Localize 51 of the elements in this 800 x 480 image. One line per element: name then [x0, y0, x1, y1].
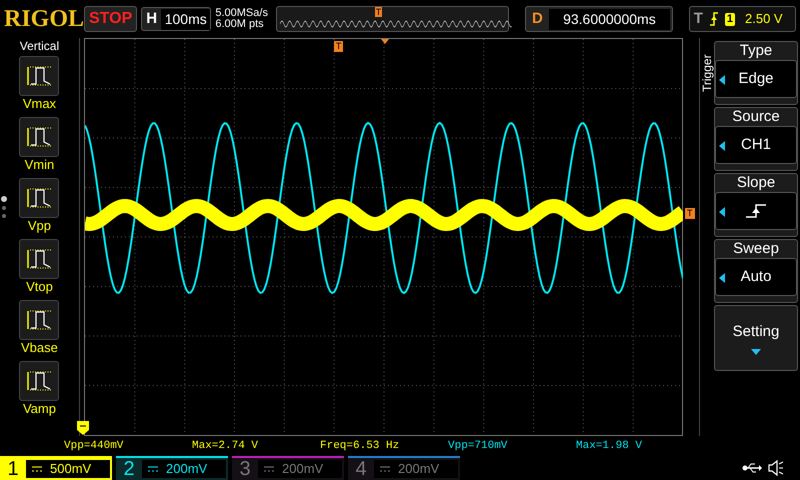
menu-title: Vertical: [20, 39, 60, 53]
channel-tab[interactable]: 1 500mV: [0, 456, 112, 480]
measurement-reading: Max=2.74 V: [192, 438, 260, 454]
usb-icon: [742, 462, 762, 474]
menu-title: Trigger: [700, 53, 714, 92]
softkey-label: Source: [732, 108, 780, 126]
channel-tab[interactable]: 2 200mV: [116, 456, 228, 480]
channel-tab[interactable]: 3 200mV: [232, 456, 344, 480]
softkey-value[interactable]: Auto: [715, 258, 798, 296]
horizontal-panel[interactable]: H 100ms: [141, 7, 212, 31]
caret-left-icon: [719, 75, 726, 85]
sample-rate: 5.00MSa/s: [215, 8, 269, 19]
channel-ground-marker-icon: [76, 421, 89, 435]
softkey-label: Sweep: [733, 240, 779, 258]
timebase-value: 100ms: [161, 8, 210, 30]
softkey-label: Slope: [736, 174, 776, 192]
dc-coupling-icon: [148, 466, 158, 472]
trigger-source-badge: 1: [724, 12, 735, 26]
rising-edge-icon: [745, 204, 768, 218]
trigger-position-marker: T: [334, 41, 344, 52]
softkey-label: Type: [740, 42, 772, 60]
waveform-overview-icon: [280, 20, 512, 28]
caret-down-icon: [751, 349, 762, 356]
trigger-label: T: [694, 8, 703, 29]
memory-depth: 6.00M pts: [215, 19, 265, 30]
measurement-reading: Freq=6.53 Hz: [320, 438, 400, 454]
trigger-level: 2.50 V: [745, 10, 783, 28]
trigger-position-marker: T: [374, 7, 382, 17]
run-status: STOP: [84, 6, 138, 32]
delay-value: 93.6000000ms: [548, 8, 670, 30]
channel-tab[interactable]: 4 200mV: [348, 456, 460, 480]
delay-marker-icon: [380, 39, 389, 44]
rising-edge-icon: [708, 12, 719, 26]
dc-coupling-icon: [32, 466, 42, 472]
delay-panel[interactable]: D 93.6000000ms: [525, 6, 673, 32]
softkey-value[interactable]: [715, 192, 798, 230]
softkey-value[interactable]: CH1: [715, 126, 798, 164]
measurement-reading: Max=1.98 V: [576, 438, 644, 454]
softkey-value[interactable]: Edge: [715, 60, 798, 98]
delay-label: D: [531, 8, 544, 29]
dc-coupling-icon: [380, 466, 390, 472]
caret-left-icon: [719, 141, 726, 151]
trigger-level-marker: T: [685, 208, 695, 219]
measurement-reading: Vpp=440mV: [64, 438, 124, 454]
caret-left-icon: [719, 207, 726, 217]
horizontal-label: H: [145, 8, 158, 29]
trigger-panel[interactable]: T 1 2.50 V: [688, 6, 796, 32]
menu-softkey[interactable]: Setting: [714, 305, 798, 371]
dc-coupling-icon: [264, 466, 274, 472]
measurement-reading: Vpp=710mV: [448, 438, 508, 454]
caret-left-icon: [719, 273, 726, 283]
